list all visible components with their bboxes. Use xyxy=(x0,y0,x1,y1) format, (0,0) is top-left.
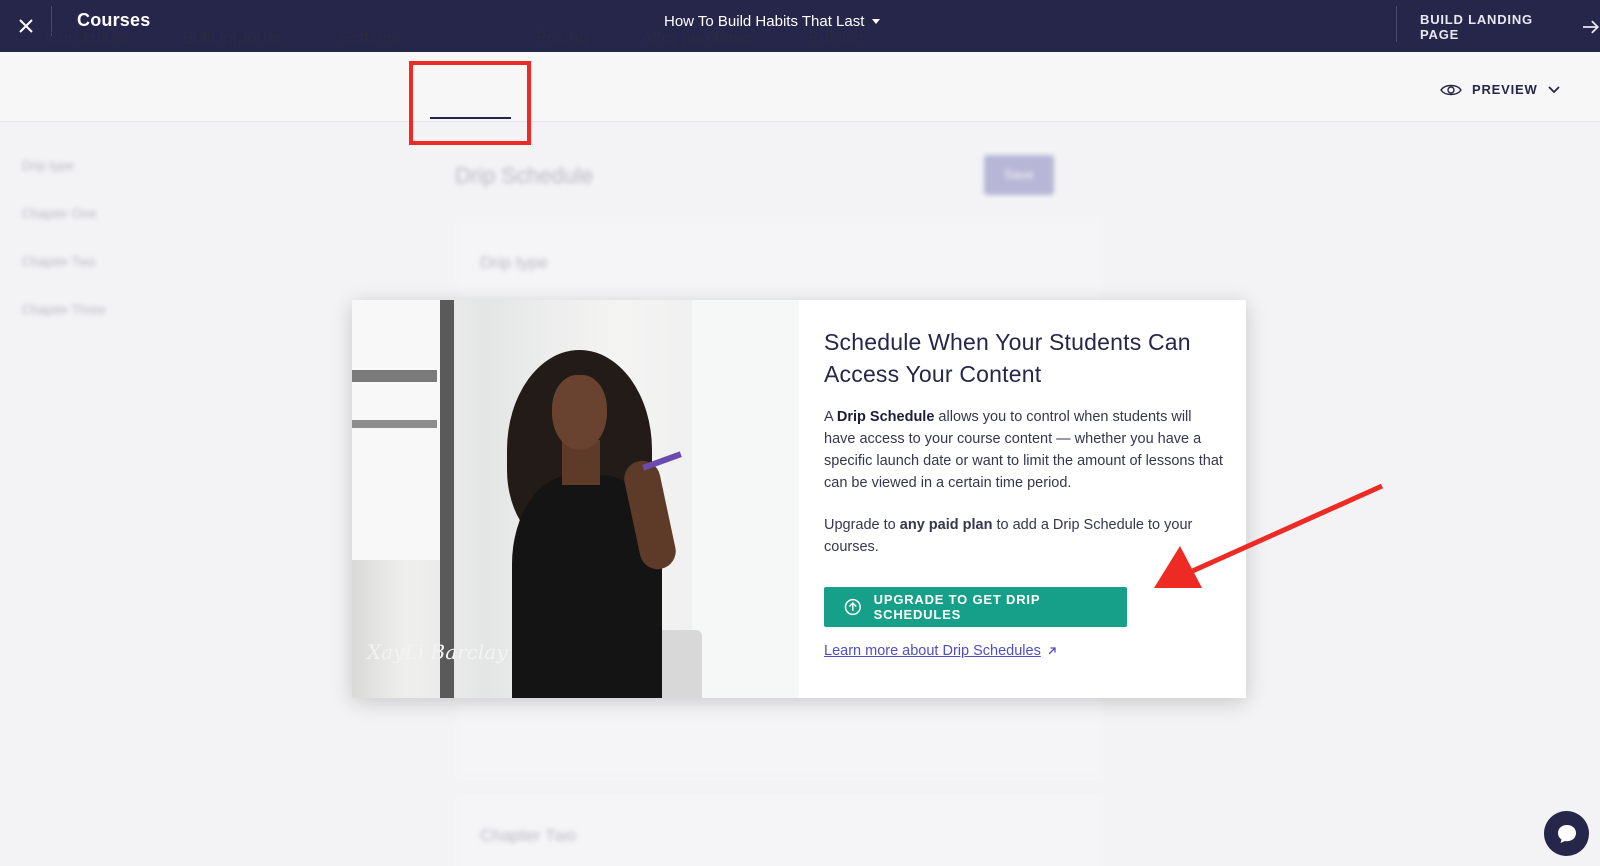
photo-signature: XayLi Barclay xyxy=(367,640,508,664)
modal-title: Schedule When Your Students Can Access Y… xyxy=(824,329,1191,387)
save-label: Save xyxy=(1004,167,1034,182)
tab-settings[interactable]: Settings xyxy=(339,28,400,48)
preview-label: PREVIEW xyxy=(1472,82,1538,97)
close-button[interactable] xyxy=(0,0,52,52)
eye-icon xyxy=(1440,84,1462,95)
topbar-divider-right xyxy=(1396,6,1397,42)
arrow-right-icon xyxy=(1583,20,1600,34)
build-landing-page-label: BUILD LANDING PAGE xyxy=(1420,12,1533,42)
chat-widget-button[interactable] xyxy=(1544,811,1589,856)
chevron-down-icon xyxy=(1547,85,1560,93)
chapter-two-card-title: Chapter Two xyxy=(480,826,577,845)
upgrade-arrow-icon xyxy=(844,598,861,616)
close-icon xyxy=(19,19,33,33)
annotation-arrow xyxy=(1154,483,1384,588)
chat-icon xyxy=(1557,824,1576,843)
build-landing-page-button[interactable]: BUILD LANDING PAGE xyxy=(1420,12,1600,42)
upgrade-button-label: UPGRADE TO GET DRIP SCHEDULES xyxy=(873,592,1041,622)
sidebar-item-chapter-one[interactable]: Chapter One xyxy=(22,206,96,221)
learn-more-link[interactable]: Learn more about Drip Schedules xyxy=(824,643,1057,659)
drip-schedule-title: Drip Schedule xyxy=(455,163,594,188)
tab-after-purchase[interactable]: After purchase xyxy=(641,28,752,48)
save-button[interactable]: Save xyxy=(984,155,1054,195)
external-link-icon xyxy=(1048,647,1056,655)
upgrade-bold: any paid plan xyxy=(899,517,993,533)
tab-bulk-importer[interactable]: Bulk importer xyxy=(182,28,282,48)
tab-drip[interactable]: Drip xyxy=(455,28,486,48)
upgrade-prefix: Upgrade to xyxy=(824,517,900,533)
drip-type-card-title: Drip type xyxy=(480,253,549,272)
learn-more-label: Learn more about Drip Schedules xyxy=(824,643,1041,659)
tab-publish[interactable]: Publish xyxy=(808,28,864,48)
upgrade-modal: XayLi Barclay Schedule When Your Student… xyxy=(352,300,1246,698)
sidebar-item-drip-type[interactable]: Drip type xyxy=(22,158,74,173)
desc-bold: Drip Schedule xyxy=(836,409,935,425)
sidebar-item-chapter-two[interactable]: Chapter Two xyxy=(22,254,95,269)
course-tab-bar xyxy=(0,52,1600,122)
caret-down-icon xyxy=(872,19,881,24)
sidebar-item-chapter-three[interactable]: Chapter Three xyxy=(22,302,106,317)
tab-curriculum[interactable]: Curriculum xyxy=(46,28,128,48)
upgrade-button[interactable]: UPGRADE TO GET DRIP SCHEDULES xyxy=(824,587,1127,627)
tab-pricing[interactable]: Pricing xyxy=(536,28,588,48)
preview-dropdown[interactable]: PREVIEW xyxy=(1440,82,1560,97)
instructor-photo: XayLi Barclay xyxy=(352,300,799,698)
desc-prefix: A xyxy=(824,409,837,425)
annotation-highlight-box xyxy=(409,61,531,145)
